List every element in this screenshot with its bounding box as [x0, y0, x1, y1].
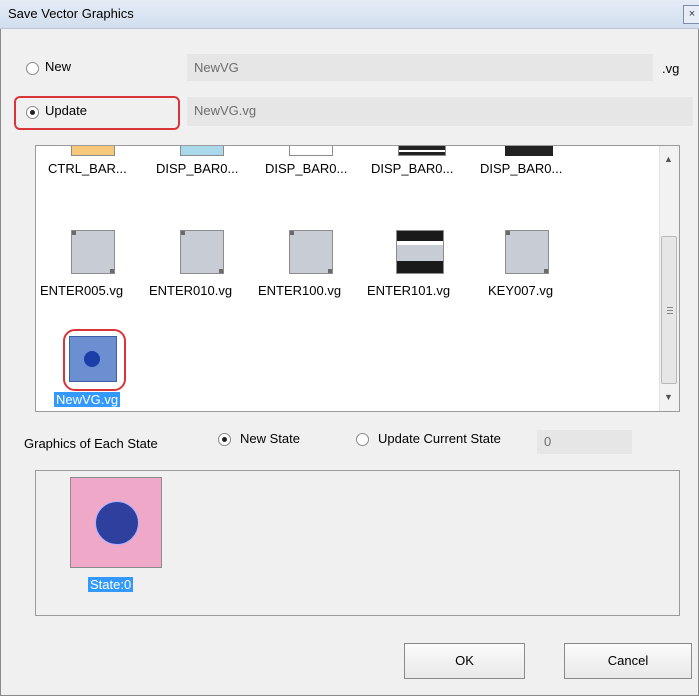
- new-name-field[interactable]: NewVG: [187, 54, 653, 81]
- file-item-label[interactable]: DISP_BAR0...: [371, 161, 453, 176]
- ctrl-bar-icon[interactable]: [71, 146, 115, 156]
- state-thumbnail[interactable]: [70, 477, 162, 568]
- disp-bar-icon[interactable]: [180, 146, 224, 156]
- title-bar: Save Vector Graphics ×: [0, 0, 699, 29]
- new-label[interactable]: New: [45, 59, 71, 74]
- file-item-label[interactable]: ENTER005.vg: [40, 283, 123, 298]
- close-icon[interactable]: ×: [683, 5, 699, 24]
- extension-label: .vg: [662, 61, 680, 76]
- update-radio[interactable]: [26, 106, 39, 119]
- file-item-label[interactable]: ENTER101.vg: [367, 283, 450, 298]
- new-state-radio[interactable]: [218, 433, 231, 446]
- dialog-title: Save Vector Graphics: [8, 6, 134, 21]
- current-state-field[interactable]: 0: [537, 430, 632, 454]
- file-item-label[interactable]: DISP_BAR0...: [480, 161, 562, 176]
- state-panel: State:0: [35, 470, 680, 616]
- file-item-label[interactable]: ENTER010.vg: [149, 283, 232, 298]
- key007-icon[interactable]: [505, 230, 549, 274]
- scroll-up-icon[interactable]: ▲: [664, 154, 673, 164]
- update-name-field[interactable]: NewVG.vg: [187, 97, 693, 126]
- update-current-label[interactable]: Update Current State: [378, 431, 501, 446]
- ok-button[interactable]: OK: [404, 643, 525, 679]
- scroll-thumb[interactable]: [661, 236, 677, 384]
- scroll-down-icon[interactable]: ▼: [664, 392, 673, 402]
- file-list-scrollbar[interactable]: ▲ ▼: [659, 146, 679, 411]
- new-state-label[interactable]: New State: [240, 431, 300, 446]
- update-current-radio[interactable]: [356, 433, 369, 446]
- disp-bar-icon[interactable]: [398, 146, 446, 156]
- circle-icon: [95, 501, 139, 545]
- disp-bar-icon[interactable]: [289, 146, 333, 156]
- file-item-label[interactable]: KEY007.vg: [488, 283, 553, 298]
- enter100-icon[interactable]: [289, 230, 333, 274]
- file-list[interactable]: CTRL_BAR... DISP_BAR0... DISP_BAR0... DI…: [35, 145, 680, 412]
- new-radio[interactable]: [26, 62, 39, 75]
- enter010-icon[interactable]: [180, 230, 224, 274]
- file-item-label[interactable]: DISP_BAR0...: [265, 161, 347, 176]
- file-item-label[interactable]: ENTER100.vg: [258, 283, 341, 298]
- newvg-highlight: [63, 329, 126, 391]
- selected-file-label[interactable]: NewVG.vg: [54, 392, 121, 407]
- enter005-icon[interactable]: [71, 230, 115, 274]
- disp-bar-icon[interactable]: [505, 146, 553, 156]
- enter101-icon[interactable]: [396, 230, 444, 274]
- file-item-label[interactable]: CTRL_BAR...: [48, 161, 127, 176]
- update-label[interactable]: Update: [45, 103, 87, 118]
- cancel-button[interactable]: Cancel: [564, 643, 692, 679]
- states-label: Graphics of Each State: [24, 436, 158, 451]
- state-label[interactable]: State:0: [88, 577, 134, 592]
- file-item-label[interactable]: DISP_BAR0...: [156, 161, 238, 176]
